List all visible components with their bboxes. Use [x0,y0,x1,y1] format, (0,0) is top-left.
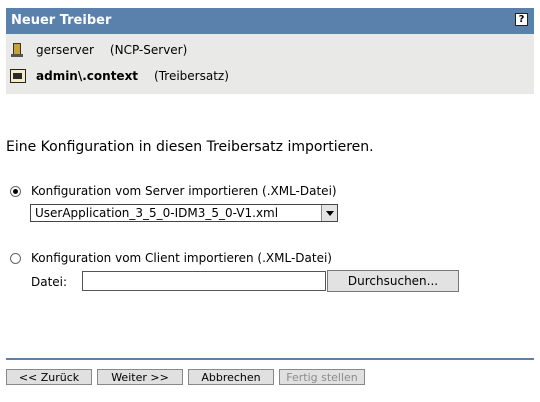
next-button[interactable]: Weiter >> [97,369,183,385]
driverset-name: admin\.context [36,69,139,83]
page-title: Neuer Treiber [11,13,112,28]
back-button[interactable]: << Zurück [6,369,92,385]
intro-text: Eine Konfiguration in diesen Treibersatz… [6,139,374,155]
context-info-panel: gerserver (NCP-Server) admin\.context (T… [6,34,534,94]
server-import-label: Konfiguration vom Server importieren (.X… [31,184,337,198]
driverset-type: (Treibersatz) [154,69,229,83]
chevron-down-icon[interactable] [321,205,337,221]
cancel-button[interactable]: Abbrechen [188,369,274,385]
title-bar: Neuer Treiber ? [6,8,534,34]
server-icon [10,42,24,58]
driverset-icon [10,68,26,84]
finish-button[interactable]: Fertig stellen [279,369,365,385]
divider [6,358,534,360]
server-import-radio[interactable] [10,185,21,197]
client-import-label: Konfiguration vom Client importieren (.X… [31,251,332,265]
client-import-radio[interactable] [10,252,21,264]
help-icon[interactable]: ? [515,13,528,26]
file-path-input[interactable] [82,271,326,291]
server-info-row: gerserver (NCP-Server) [10,41,187,59]
server-config-select[interactable]: UserApplication_3_5_0-IDM3_5_0-V1.xml [30,204,338,222]
file-label: Datei: [31,275,68,289]
option-import-from-server[interactable]: Konfiguration vom Server importieren (.X… [10,184,337,198]
server-type: (NCP-Server) [109,43,188,57]
option-import-from-client[interactable]: Konfiguration vom Client importieren (.X… [10,251,332,265]
driverset-info-row: admin\.context (Treibersatz) [10,67,229,85]
browse-button[interactable]: Durchsuchen... [327,270,459,292]
selected-config-value: UserApplication_3_5_0-IDM3_5_0-V1.xml [35,206,279,220]
server-name: gerserver [36,43,94,57]
